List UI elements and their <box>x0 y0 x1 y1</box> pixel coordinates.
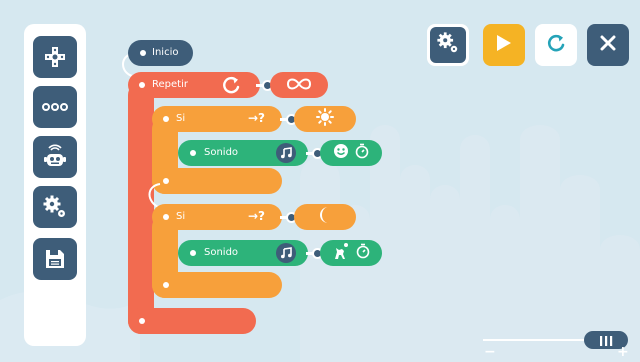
if2-end-dot <box>163 282 169 288</box>
if1-label: Si <box>176 113 186 124</box>
dpad-icon <box>43 45 67 69</box>
if2-dot <box>163 214 169 220</box>
face-icon <box>333 143 349 163</box>
if1-sensor-arrow: →? <box>248 111 266 125</box>
sound1-dot <box>190 150 196 156</box>
save-icon <box>44 248 66 270</box>
sidebar-item-dpad[interactable] <box>33 36 77 78</box>
timer-icon <box>355 143 369 163</box>
gears-icon <box>436 31 460 59</box>
repeat-dot <box>139 82 145 88</box>
reload-icon <box>546 33 566 57</box>
sound-block-1[interactable]: Sonido <box>178 140 308 166</box>
sidebar-item-robot[interactable] <box>33 136 77 178</box>
reload-button[interactable] <box>535 24 577 66</box>
if2-param-pill[interactable] <box>294 204 356 230</box>
music-note-icon <box>276 143 296 163</box>
sidebar-item-settings[interactable] <box>33 186 77 228</box>
sound2-label: Sonido <box>204 247 239 258</box>
sound1-param-pill[interactable] <box>320 140 382 166</box>
if2-label: Si <box>176 211 186 222</box>
zoom-slider-track[interactable] <box>483 339 593 341</box>
start-dot <box>140 50 146 56</box>
more-icon <box>42 102 68 112</box>
sound2-param-pill[interactable] <box>320 240 382 266</box>
repeat-loop-icon <box>222 76 242 97</box>
play-icon <box>496 34 512 56</box>
timer-icon <box>356 243 370 263</box>
play-button[interactable] <box>483 24 525 66</box>
music-note-icon <box>276 243 296 263</box>
moon-icon <box>317 206 333 228</box>
close-button[interactable] <box>587 24 629 66</box>
zoom-in-button[interactable]: + <box>617 345 629 359</box>
infinity-icon <box>285 76 313 95</box>
repeat-param-pill[interactable] <box>270 72 328 98</box>
sun-icon <box>316 108 334 130</box>
sound-block-2[interactable]: Sonido <box>178 240 308 266</box>
sidebar-item-more[interactable] <box>33 86 77 128</box>
start-label: Inicio <box>152 47 179 58</box>
sidebar <box>24 24 86 346</box>
repeat-label: Repetir <box>152 79 188 90</box>
close-icon <box>600 35 616 55</box>
if2-sensor-arrow: →? <box>248 209 266 223</box>
grip-icon <box>599 331 613 350</box>
sound1-label: Sonido <box>204 147 239 158</box>
wolf-icon <box>332 242 350 264</box>
sidebar-item-save[interactable] <box>33 238 77 280</box>
settings-icon <box>42 194 68 220</box>
if1-param-pill[interactable] <box>294 106 356 132</box>
program-settings-button[interactable] <box>427 24 469 66</box>
zoom-out-button[interactable]: − <box>484 345 496 359</box>
robot-icon <box>42 144 68 170</box>
repeat-end-dot <box>139 318 145 324</box>
sound2-dot <box>190 250 196 256</box>
start-block[interactable]: Inicio <box>128 40 193 66</box>
if1-dot <box>163 116 169 122</box>
